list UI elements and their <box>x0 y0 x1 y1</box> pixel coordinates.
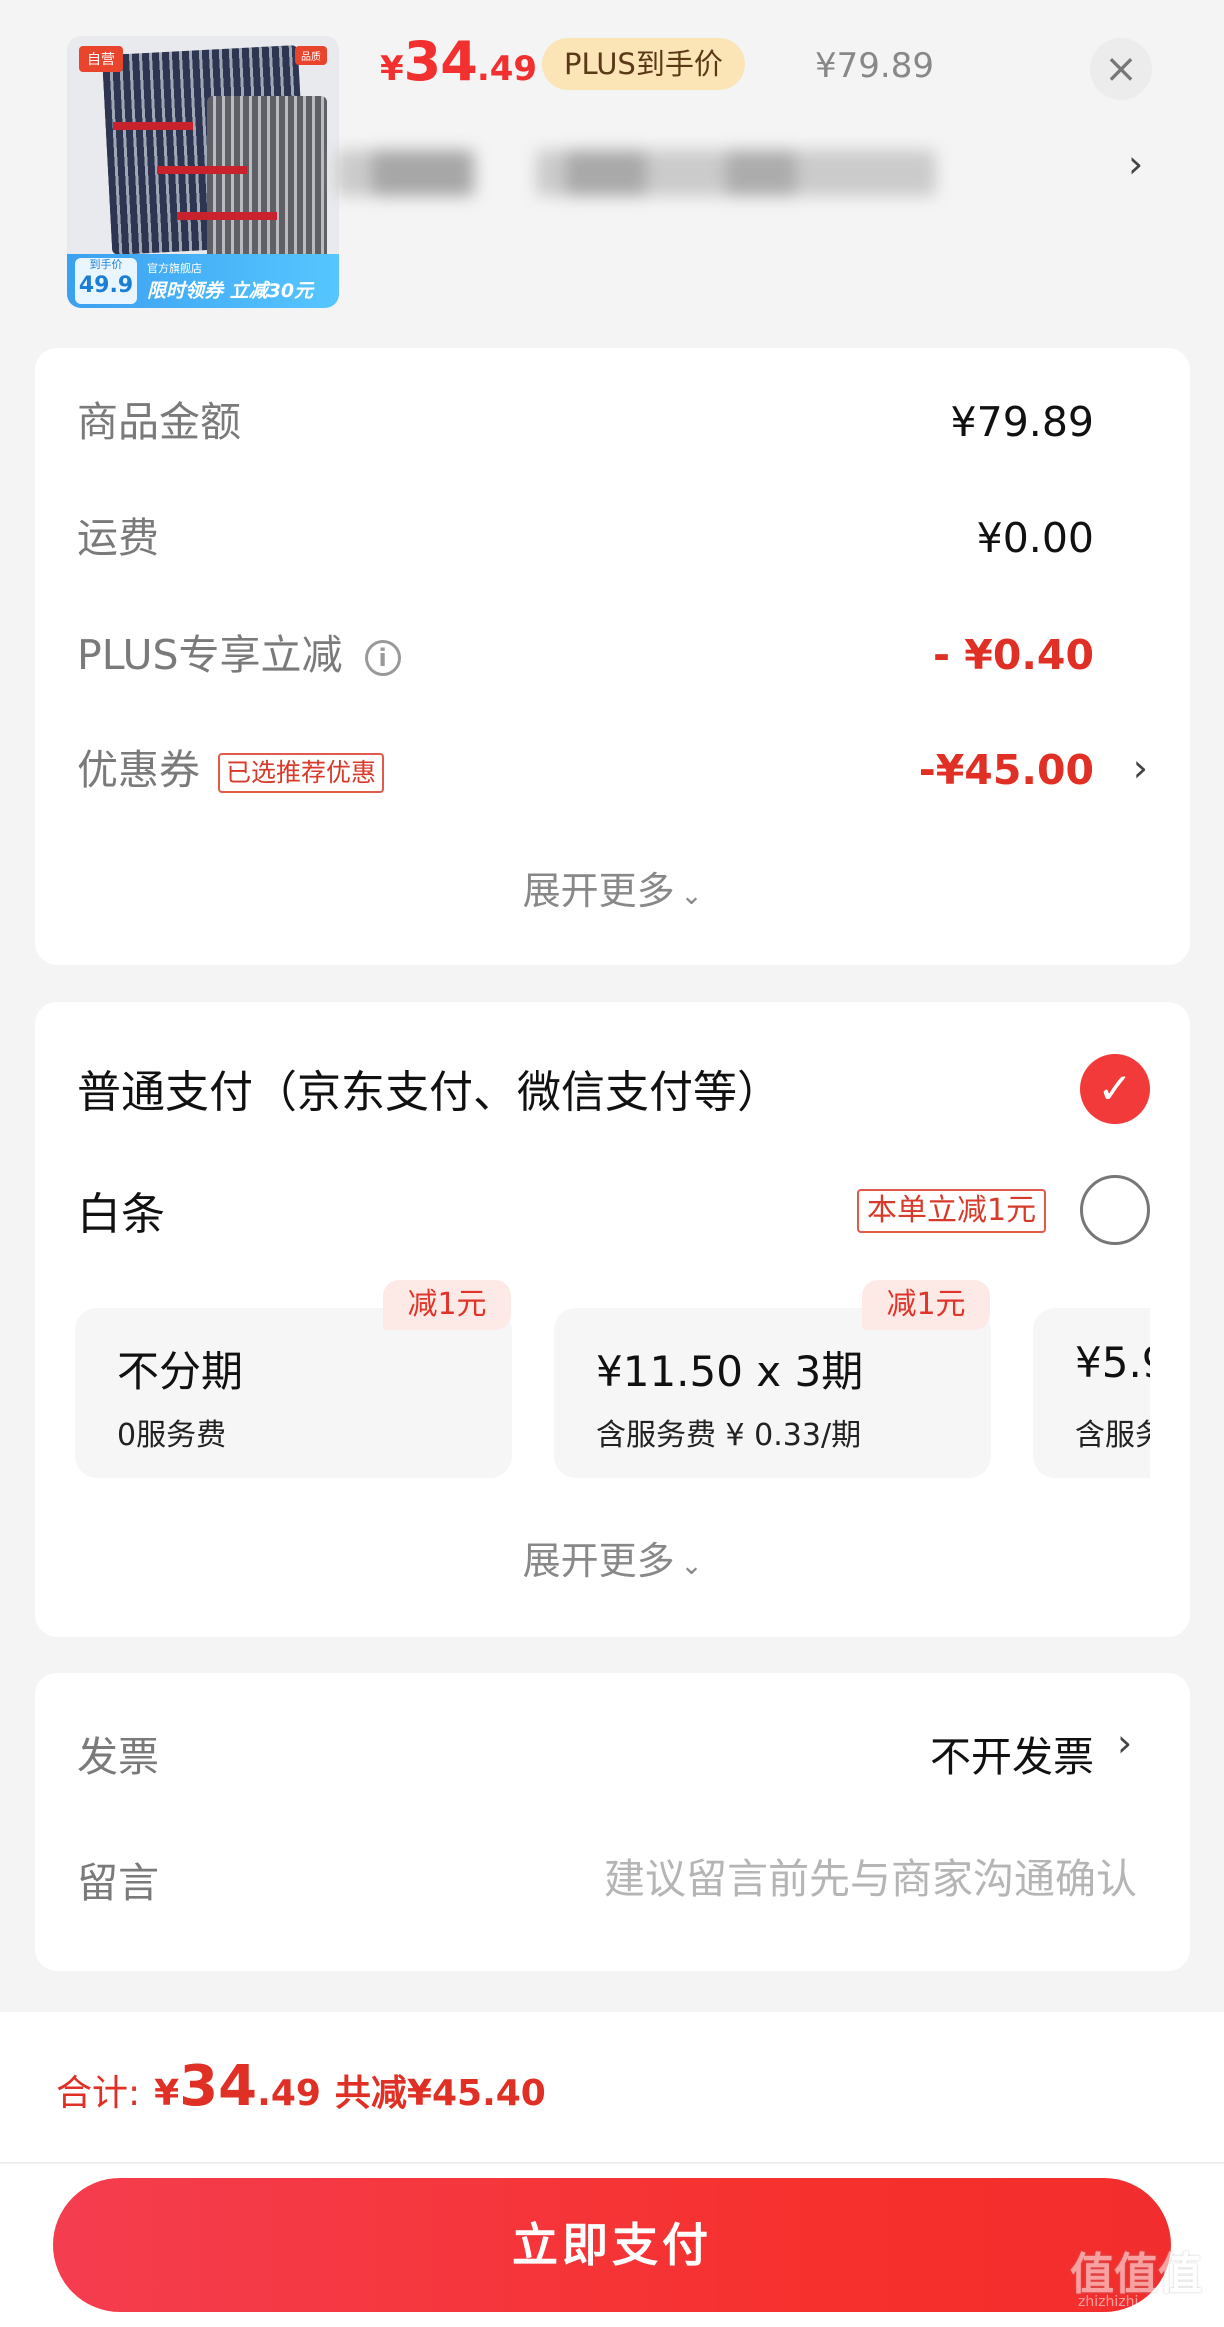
thumb-brand-tag: 自营 <box>79 46 123 72</box>
total-saved: 共减¥45.40 <box>334 2073 546 2114</box>
thumb-red-trim <box>157 166 247 174</box>
price-decimal: .49 <box>476 49 538 89</box>
site-watermark-logo: 值值值 zhizhizhi.com <box>1060 2238 1220 2318</box>
order-summary-card: 商品金额 ¥79.89 运费 ¥0.00 PLUS专享立减 i - ¥0.40 优… <box>35 348 1190 965</box>
info-icon[interactable]: i <box>364 640 401 676</box>
thumb-quality-tag: 品质 <box>295 46 327 65</box>
thumb-promo-banner: 到手价 49.9 官方旗舰店 限时领券 立减30元 <box>67 254 339 308</box>
installment-plan-none[interactable]: 不分期 0服务费 <box>75 1308 512 1478</box>
plan-subtitle: 0服务费 <box>117 1418 227 1453</box>
message-input[interactable] <box>465 1849 1137 1909</box>
invoice-value[interactable]: 不开发票 <box>930 1723 1094 1783</box>
plan-title: 不分期 <box>117 1347 244 1396</box>
installment-plan-3[interactable]: ¥11.50 x 3期 含服务费 ¥ 0.33/期 <box>554 1308 991 1478</box>
summary-row-shipping: 运费 ¥0.00 <box>77 510 1148 566</box>
thumb-price: 49.9 <box>78 273 134 298</box>
thumb-red-trim <box>113 122 193 130</box>
product-thumbnail[interactable]: 自营 品质 到手价 49.9 官方旗舰店 限时领券 立减30元 <box>67 36 339 308</box>
baitiao-discount-badge: 本单立减1元 <box>857 1189 1047 1233</box>
plan-title: ¥5.9 <box>1075 1338 1150 1387</box>
close-icon[interactable]: × <box>1090 38 1152 100</box>
blurred-product-title[interactable] <box>336 140 1016 210</box>
plan-discount-badge: 减1元 <box>383 1280 511 1330</box>
installment-plans[interactable]: 不分期 0服务费 ¥11.50 x 3期 含服务费 ¥ 0.33/期 ¥5.9 … <box>75 1304 1150 1479</box>
thumb-price-label: 到手价 <box>89 258 123 271</box>
payment-method-card: 普通支付（京东支付、微信支付等） ✓ 白条 本单立减1元 不分期 0服务费 ¥1… <box>35 1002 1190 1637</box>
coupon-label: 优惠券 <box>77 746 200 794</box>
standard-payment-label[interactable]: 普通支付（京东支付、微信支付等） <box>77 1056 781 1120</box>
invoice-chevron-icon[interactable]: › <box>1117 1721 1132 1765</box>
plus-discount-label: PLUS专享立减 <box>77 631 343 679</box>
plan-title: ¥11.50 x 3期 <box>596 1347 864 1396</box>
price-integer: 34 <box>403 30 478 93</box>
total-currency: ¥ <box>154 2073 180 2114</box>
plan-subtitle: 含服务费 ¥ 0.33/期 <box>596 1418 862 1453</box>
coupon-recommended-tag: 已选推荐优惠 <box>218 753 385 793</box>
payment-expand-more[interactable]: 展开更多 ⌄ <box>35 1530 1190 1585</box>
baitiao-label[interactable]: 白条 <box>77 1178 165 1242</box>
thumb-promo-text: 限时领券 立减30元 <box>147 280 314 302</box>
watermark-logo-text: 值值值 <box>1070 2249 1202 2300</box>
plus-price-badge: PLUS到手价 <box>542 38 745 90</box>
coupon-value: -¥45.00 <box>918 746 1094 794</box>
coupon-label-wrap: 优惠券 已选推荐优惠 <box>77 742 385 798</box>
checkout-bar: 合计: ¥ 34 .49 共减¥45.40 立即支付 <box>0 2012 1224 2327</box>
plan-discount-badge: 减1元 <box>862 1280 990 1330</box>
thumb-garment-image-2 <box>207 96 327 276</box>
plus-price: ¥ 34 .49 <box>380 30 537 100</box>
plus-discount-label-wrap: PLUS专享立减 i <box>77 627 401 683</box>
message-label: 留言 <box>77 1859 159 1907</box>
coupon-chevron-icon[interactable]: › <box>1133 746 1148 790</box>
total-summary: 合计: ¥ 34 .49 共减¥45.40 <box>56 2054 546 2119</box>
total-integer: 34 <box>179 2054 258 2119</box>
original-price: ¥79.89 <box>815 46 934 86</box>
summary-row-plus-discount: PLUS专享立减 i - ¥0.40 <box>77 627 1148 683</box>
total-decimal: .49 <box>257 2073 321 2114</box>
installment-plan-6[interactable]: ¥5.9 含服务 <box>1033 1308 1150 1478</box>
chevron-down-icon: ⌄ <box>680 881 703 911</box>
total-label: 合计: <box>56 2073 141 2114</box>
watermark-url: zhizhizhi.com <box>1078 2294 1173 2310</box>
goods-amount-label: 商品金额 <box>77 398 241 446</box>
thumb-price-box: 到手价 49.9 <box>75 258 137 304</box>
expand-more-label: 展开更多 <box>522 869 675 913</box>
invoice-label: 发票 <box>77 1733 159 1781</box>
summary-row-coupon[interactable]: 优惠券 已选推荐优惠 -¥45.00 › <box>77 742 1148 798</box>
pay-now-button[interactable]: 立即支付 <box>53 2178 1171 2312</box>
plan-subtitle: 含服务 <box>1075 1418 1150 1453</box>
product-header: 自营 品质 到手价 49.9 官方旗舰店 限时领券 立减30元 ¥ 34 .49… <box>0 0 1224 340</box>
chevron-down-icon: ⌄ <box>680 1551 703 1581</box>
summary-row-goods: 商品金额 ¥79.89 <box>77 394 1148 450</box>
checkmark-icon[interactable]: ✓ <box>1080 1054 1150 1124</box>
divider <box>0 2162 1224 2164</box>
baitiao-radio[interactable] <box>1080 1175 1150 1245</box>
invoice-message-card: 发票 不开发票 › 留言 <box>35 1673 1190 1971</box>
thumb-red-trim <box>177 212 277 220</box>
product-detail-chevron-icon[interactable]: › <box>1128 142 1143 186</box>
plus-discount-value: - ¥0.40 <box>933 631 1094 679</box>
shipping-label: 运费 <box>77 514 159 562</box>
thumb-shop-label: 官方旗舰店 <box>147 262 202 275</box>
expand-more-label: 展开更多 <box>522 1539 675 1583</box>
shipping-value: ¥0.00 <box>976 514 1094 562</box>
price-currency: ¥ <box>380 49 404 89</box>
summary-expand-more[interactable]: 展开更多 ⌄ <box>35 860 1190 915</box>
goods-amount-value: ¥79.89 <box>950 398 1094 446</box>
